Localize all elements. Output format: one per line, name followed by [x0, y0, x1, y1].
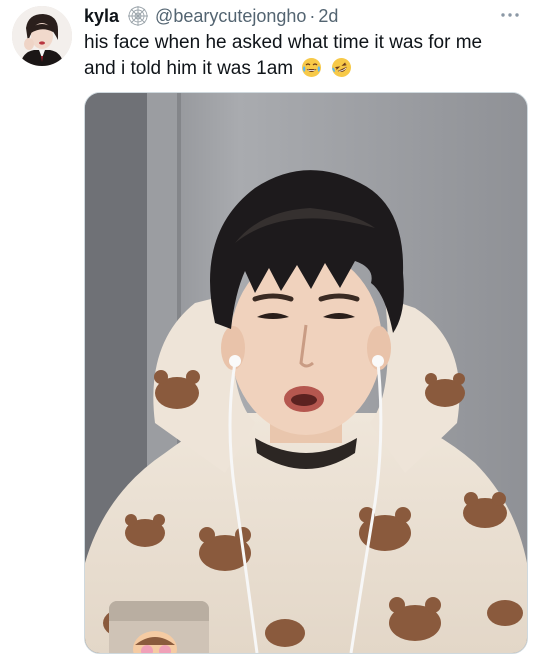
video-call-photo	[85, 93, 527, 653]
display-name[interactable]: kyla	[84, 6, 119, 27]
profile-avatar-image	[12, 6, 72, 66]
tweet-header: kyla @bearycutejongho · 2d	[84, 4, 338, 28]
tweet-text-line-1: his face when he asked what time it was …	[84, 32, 483, 53]
tweet-text: his face when he asked what time it was …	[84, 30, 530, 82]
picture-in-picture-preview[interactable]	[109, 601, 209, 653]
spiderweb-icon	[127, 5, 149, 27]
crying-laughing-emoji	[301, 57, 322, 78]
timestamp[interactable]: 2d	[318, 6, 338, 27]
rolling-on-floor-laughing-emoji	[331, 57, 352, 78]
tweet-text-line-2-text: and i told him it was 1am	[84, 58, 294, 79]
avatar[interactable]	[12, 6, 72, 66]
tweet[interactable]: kyla @bearycutejongho · 2d his face when…	[0, 0, 540, 654]
author-handle[interactable]: @bearycutejongho	[155, 6, 306, 27]
tweet-media-photo[interactable]	[84, 92, 528, 654]
more-horizontal-icon[interactable]	[498, 8, 522, 22]
tweet-text-line-2: and i told him it was 1am	[84, 56, 530, 82]
separator-dot: ·	[309, 5, 316, 26]
